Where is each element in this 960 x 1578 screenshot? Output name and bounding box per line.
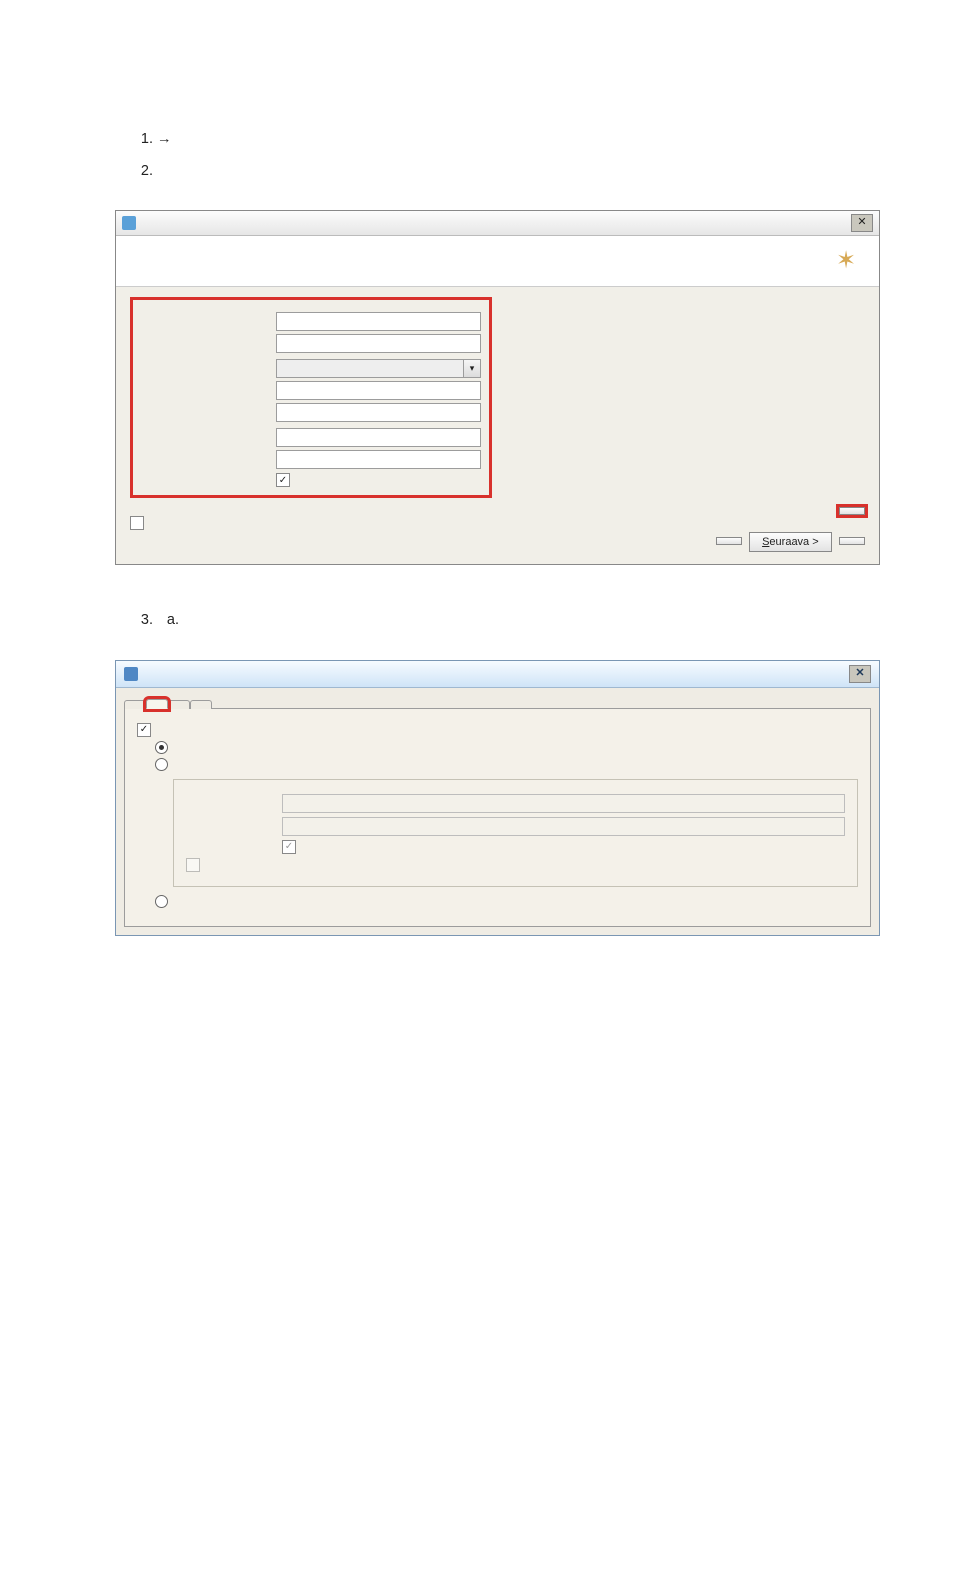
tab-panel-outgoing: ✓ ✓ (124, 708, 871, 927)
incoming-server-field[interactable] (276, 381, 481, 400)
d2-username-field[interactable] (282, 794, 845, 813)
highlighted-form-area: ▾ (130, 297, 492, 498)
same-settings-radio[interactable] (155, 741, 168, 754)
add-account-dialog: ✕ ✶ (115, 210, 880, 565)
tab-outgoing-server[interactable] (146, 699, 168, 709)
dialog-titlebar: ✕ (116, 211, 879, 236)
smtp-auth-checkbox[interactable]: ✓ (137, 723, 151, 737)
chevron-down-icon[interactable]: ▾ (464, 359, 481, 378)
more-settings-button[interactable] (839, 507, 865, 515)
star-cursor-icon: ✶ (833, 246, 859, 272)
internet-mail-settings-dialog: ✕ ✓ (115, 660, 880, 936)
step-3a (183, 605, 880, 635)
next-button[interactable]: Seuraava > (749, 532, 832, 552)
cancel-button[interactable] (839, 537, 865, 545)
username-field[interactable] (276, 428, 481, 447)
close-icon[interactable]: ✕ (849, 665, 871, 683)
outgoing-server-field[interactable] (276, 403, 481, 422)
password-field[interactable] (276, 450, 481, 469)
step-1: → (157, 124, 880, 154)
name-field[interactable] (276, 312, 481, 331)
step-3 (157, 605, 880, 635)
d2-password-field[interactable] (282, 817, 845, 836)
d2-remember-checkbox[interactable]: ✓ (282, 840, 296, 854)
section-heading (115, 76, 880, 102)
tab-advanced[interactable] (190, 700, 212, 709)
account-type-select[interactable] (276, 359, 464, 378)
close-icon[interactable]: ✕ (851, 214, 873, 232)
spa-checkbox[interactable] (130, 516, 144, 530)
back-button[interactable] (716, 537, 742, 545)
tab-connection[interactable] (168, 700, 190, 709)
login-info-radio[interactable] (155, 758, 168, 771)
remember-password-checkbox[interactable]: ✓ (276, 473, 290, 487)
dialog-app-icon (124, 667, 138, 681)
step-2 (157, 156, 880, 186)
dialog-app-icon (122, 216, 136, 230)
email-field[interactable] (276, 334, 481, 353)
d2-spa-checkbox[interactable] (186, 858, 200, 872)
login-first-radio[interactable] (155, 895, 168, 908)
tab-general[interactable] (124, 700, 146, 709)
